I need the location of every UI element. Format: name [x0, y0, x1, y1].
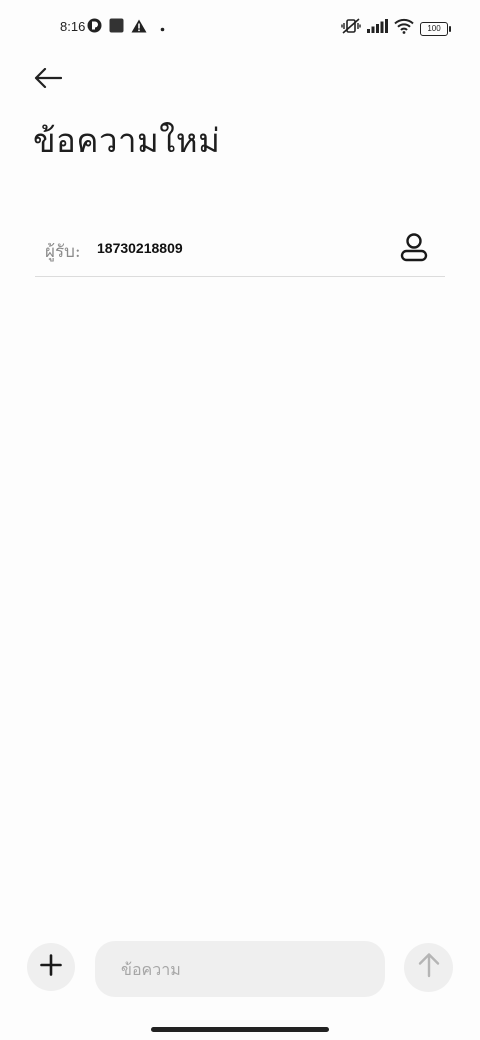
- new-message-screen: 8:16 100 ข้อความใหม่ ผู้รับ: 18730218809…: [0, 0, 480, 1040]
- back-arrow-icon: [34, 67, 63, 93]
- arrow-up-icon: [418, 952, 440, 983]
- back-button[interactable]: [28, 62, 68, 98]
- battery-icon: 100: [420, 21, 451, 36]
- send-button[interactable]: [404, 943, 453, 992]
- dot-icon: [160, 19, 165, 37]
- status-bar: 8:16 100: [0, 0, 480, 56]
- warning-icon: [131, 19, 147, 38]
- status-notification-icons: [87, 18, 165, 38]
- message-input[interactable]: [95, 941, 385, 997]
- status-time: 8:16: [60, 19, 86, 34]
- recipient-label: ผู้รับ:: [45, 242, 81, 262]
- wifi-icon: [394, 18, 414, 39]
- page-title: ข้อความใหม่: [33, 121, 221, 160]
- status-system-icons: 100: [341, 17, 451, 40]
- person-icon: [400, 232, 428, 267]
- home-indicator[interactable]: [151, 1027, 329, 1032]
- vibrate-off-icon: [341, 17, 361, 40]
- plus-icon: [40, 953, 62, 981]
- recipient-field[interactable]: ผู้รับ: 18730218809: [35, 222, 445, 277]
- recipient-value[interactable]: 18730218809: [97, 240, 183, 256]
- contact-picker-button[interactable]: [397, 232, 431, 266]
- signal-icon: [367, 19, 388, 38]
- attach-button[interactable]: [27, 943, 75, 991]
- square-notification-icon: [109, 18, 124, 38]
- app-notification-icon: [87, 18, 102, 38]
